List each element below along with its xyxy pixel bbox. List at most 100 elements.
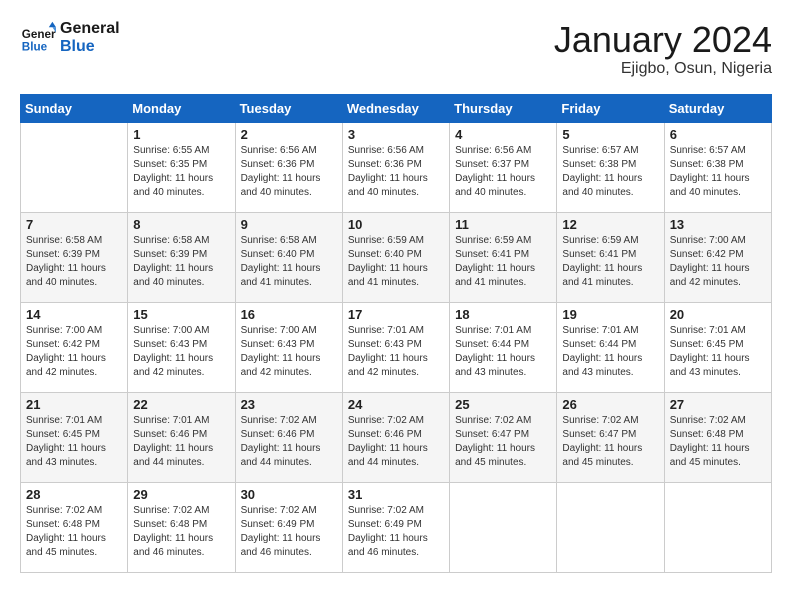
calendar-cell: 5 Sunrise: 6:57 AM Sunset: 6:38 PM Daylig… (557, 122, 664, 212)
day-info: Sunrise: 7:01 AM Sunset: 6:46 PM Dayligh… (133, 414, 229, 470)
calendar-cell: 14 Sunrise: 7:00 AM Sunset: 6:42 PM Dayli… (21, 302, 128, 392)
day-info: Sunrise: 6:57 AM Sunset: 6:38 PM Dayligh… (562, 144, 658, 200)
day-number: 16 (241, 307, 337, 322)
day-number: 11 (455, 217, 551, 232)
day-number: 29 (133, 487, 229, 502)
calendar-cell: 24 Sunrise: 7:02 AM Sunset: 6:46 PM Dayli… (342, 392, 449, 482)
calendar-week-row: 1Sunrise: 6:55 AM Sunset: 6:35 PM Daylig… (21, 122, 772, 212)
calendar-cell: 17 Sunrise: 7:01 AM Sunset: 6:43 PM Dayli… (342, 302, 449, 392)
svg-text:Blue: Blue (22, 41, 48, 54)
day-info: Sunrise: 6:56 AM Sunset: 6:36 PM Dayligh… (348, 144, 444, 200)
day-info: Sunrise: 7:01 AM Sunset: 6:45 PM Dayligh… (26, 414, 122, 470)
calendar-cell: 7 Sunrise: 6:58 AM Sunset: 6:39 PM Daylig… (21, 212, 128, 302)
day-number: 28 (26, 487, 122, 502)
day-number: 24 (348, 397, 444, 412)
day-info: Sunrise: 6:58 AM Sunset: 6:39 PM Dayligh… (26, 234, 122, 290)
day-number: 31 (348, 487, 444, 502)
day-number: 10 (348, 217, 444, 232)
day-info: Sunrise: 7:02 AM Sunset: 6:49 PM Dayligh… (241, 504, 337, 560)
day-info: Sunrise: 7:02 AM Sunset: 6:49 PM Dayligh… (348, 504, 444, 560)
day-info: Sunrise: 7:00 AM Sunset: 6:43 PM Dayligh… (133, 324, 229, 380)
day-info: Sunrise: 6:57 AM Sunset: 6:38 PM Dayligh… (670, 144, 766, 200)
day-info: Sunrise: 7:02 AM Sunset: 6:46 PM Dayligh… (348, 414, 444, 470)
calendar-cell (21, 122, 128, 212)
calendar-cell: 3Sunrise: 6:56 AM Sunset: 6:36 PM Daylig… (342, 122, 449, 212)
day-header-friday: Friday (557, 94, 664, 122)
day-number: 13 (670, 217, 766, 232)
calendar-cell: 8Sunrise: 6:58 AM Sunset: 6:39 PM Daylig… (128, 212, 235, 302)
day-number: 7 (26, 217, 122, 232)
day-header-wednesday: Wednesday (342, 94, 449, 122)
day-number: 18 (455, 307, 551, 322)
calendar-cell: 25 Sunrise: 7:02 AM Sunset: 6:47 PM Dayli… (450, 392, 557, 482)
logo-icon: General Blue (20, 20, 56, 56)
calendar-week-row: 7 Sunrise: 6:58 AM Sunset: 6:39 PM Daylig… (21, 212, 772, 302)
calendar-cell: 27 Sunrise: 7:02 AM Sunset: 6:48 PM Dayli… (664, 392, 771, 482)
day-info: Sunrise: 7:00 AM Sunset: 6:43 PM Dayligh… (241, 324, 337, 380)
calendar-cell: 4 Sunrise: 6:56 AM Sunset: 6:37 PM Daylig… (450, 122, 557, 212)
calendar-cell (450, 482, 557, 572)
day-number: 15 (133, 307, 229, 322)
day-header-sunday: Sunday (21, 94, 128, 122)
day-info: Sunrise: 7:00 AM Sunset: 6:42 PM Dayligh… (670, 234, 766, 290)
day-info: Sunrise: 6:59 AM Sunset: 6:41 PM Dayligh… (562, 234, 658, 290)
day-info: Sunrise: 6:59 AM Sunset: 6:41 PM Dayligh… (455, 234, 551, 290)
day-info: Sunrise: 7:02 AM Sunset: 6:48 PM Dayligh… (133, 504, 229, 560)
day-number: 26 (562, 397, 658, 412)
day-header-tuesday: Tuesday (235, 94, 342, 122)
page-header: General Blue General Blue January 2024 E… (20, 20, 772, 78)
calendar-cell: 30 Sunrise: 7:02 AM Sunset: 6:49 PM Dayli… (235, 482, 342, 572)
calendar-cell: 6 Sunrise: 6:57 AM Sunset: 6:38 PM Daylig… (664, 122, 771, 212)
calendar-cell: 23Sunrise: 7:02 AM Sunset: 6:46 PM Dayli… (235, 392, 342, 482)
calendar-cell: 15 Sunrise: 7:00 AM Sunset: 6:43 PM Dayli… (128, 302, 235, 392)
day-number: 21 (26, 397, 122, 412)
day-number: 19 (562, 307, 658, 322)
day-info: Sunrise: 7:02 AM Sunset: 6:47 PM Dayligh… (562, 414, 658, 470)
calendar-week-row: 21 Sunrise: 7:01 AM Sunset: 6:45 PM Dayli… (21, 392, 772, 482)
calendar-cell: 10 Sunrise: 6:59 AM Sunset: 6:40 PM Dayli… (342, 212, 449, 302)
calendar-header-row: SundayMondayTuesdayWednesdayThursdayFrid… (21, 94, 772, 122)
day-header-thursday: Thursday (450, 94, 557, 122)
day-info: Sunrise: 7:00 AM Sunset: 6:42 PM Dayligh… (26, 324, 122, 380)
day-number: 5 (562, 127, 658, 142)
day-number: 6 (670, 127, 766, 142)
calendar-cell: 31 Sunrise: 7:02 AM Sunset: 6:49 PM Dayli… (342, 482, 449, 572)
calendar-cell: 11 Sunrise: 6:59 AM Sunset: 6:41 PM Dayli… (450, 212, 557, 302)
day-info: Sunrise: 6:59 AM Sunset: 6:40 PM Dayligh… (348, 234, 444, 290)
day-header-monday: Monday (128, 94, 235, 122)
calendar-cell: 19 Sunrise: 7:01 AM Sunset: 6:44 PM Dayli… (557, 302, 664, 392)
calendar-cell: 28 Sunrise: 7:02 AM Sunset: 6:48 PM Dayli… (21, 482, 128, 572)
day-info: Sunrise: 6:58 AM Sunset: 6:39 PM Dayligh… (133, 234, 229, 290)
day-number: 17 (348, 307, 444, 322)
day-info: Sunrise: 6:56 AM Sunset: 6:37 PM Dayligh… (455, 144, 551, 200)
day-header-saturday: Saturday (664, 94, 771, 122)
calendar-cell: 16 Sunrise: 7:00 AM Sunset: 6:43 PM Dayli… (235, 302, 342, 392)
day-info: Sunrise: 6:56 AM Sunset: 6:36 PM Dayligh… (241, 144, 337, 200)
day-number: 14 (26, 307, 122, 322)
calendar-cell: 18Sunrise: 7:01 AM Sunset: 6:44 PM Dayli… (450, 302, 557, 392)
calendar-week-row: 28 Sunrise: 7:02 AM Sunset: 6:48 PM Dayli… (21, 482, 772, 572)
day-number: 30 (241, 487, 337, 502)
day-number: 1 (133, 127, 229, 142)
day-number: 12 (562, 217, 658, 232)
day-number: 4 (455, 127, 551, 142)
calendar-cell: 22Sunrise: 7:01 AM Sunset: 6:46 PM Dayli… (128, 392, 235, 482)
calendar-cell: 29 Sunrise: 7:02 AM Sunset: 6:48 PM Dayli… (128, 482, 235, 572)
day-number: 2 (241, 127, 337, 142)
calendar-cell (664, 482, 771, 572)
day-info: Sunrise: 7:01 AM Sunset: 6:43 PM Dayligh… (348, 324, 444, 380)
day-info: Sunrise: 7:02 AM Sunset: 6:48 PM Dayligh… (26, 504, 122, 560)
svg-text:General: General (22, 28, 56, 41)
day-info: Sunrise: 6:58 AM Sunset: 6:40 PM Dayligh… (241, 234, 337, 290)
day-number: 9 (241, 217, 337, 232)
day-number: 25 (455, 397, 551, 412)
calendar-cell: 26 Sunrise: 7:02 AM Sunset: 6:47 PM Dayli… (557, 392, 664, 482)
month-title: January 2024 (554, 20, 772, 60)
day-info: Sunrise: 7:02 AM Sunset: 6:47 PM Dayligh… (455, 414, 551, 470)
day-info: Sunrise: 7:02 AM Sunset: 6:46 PM Dayligh… (241, 414, 337, 470)
calendar-cell: 12 Sunrise: 6:59 AM Sunset: 6:41 PM Dayli… (557, 212, 664, 302)
day-info: Sunrise: 7:02 AM Sunset: 6:48 PM Dayligh… (670, 414, 766, 470)
calendar-cell: 13 Sunrise: 7:00 AM Sunset: 6:42 PM Dayli… (664, 212, 771, 302)
day-number: 27 (670, 397, 766, 412)
day-info: Sunrise: 7:01 AM Sunset: 6:44 PM Dayligh… (562, 324, 658, 380)
